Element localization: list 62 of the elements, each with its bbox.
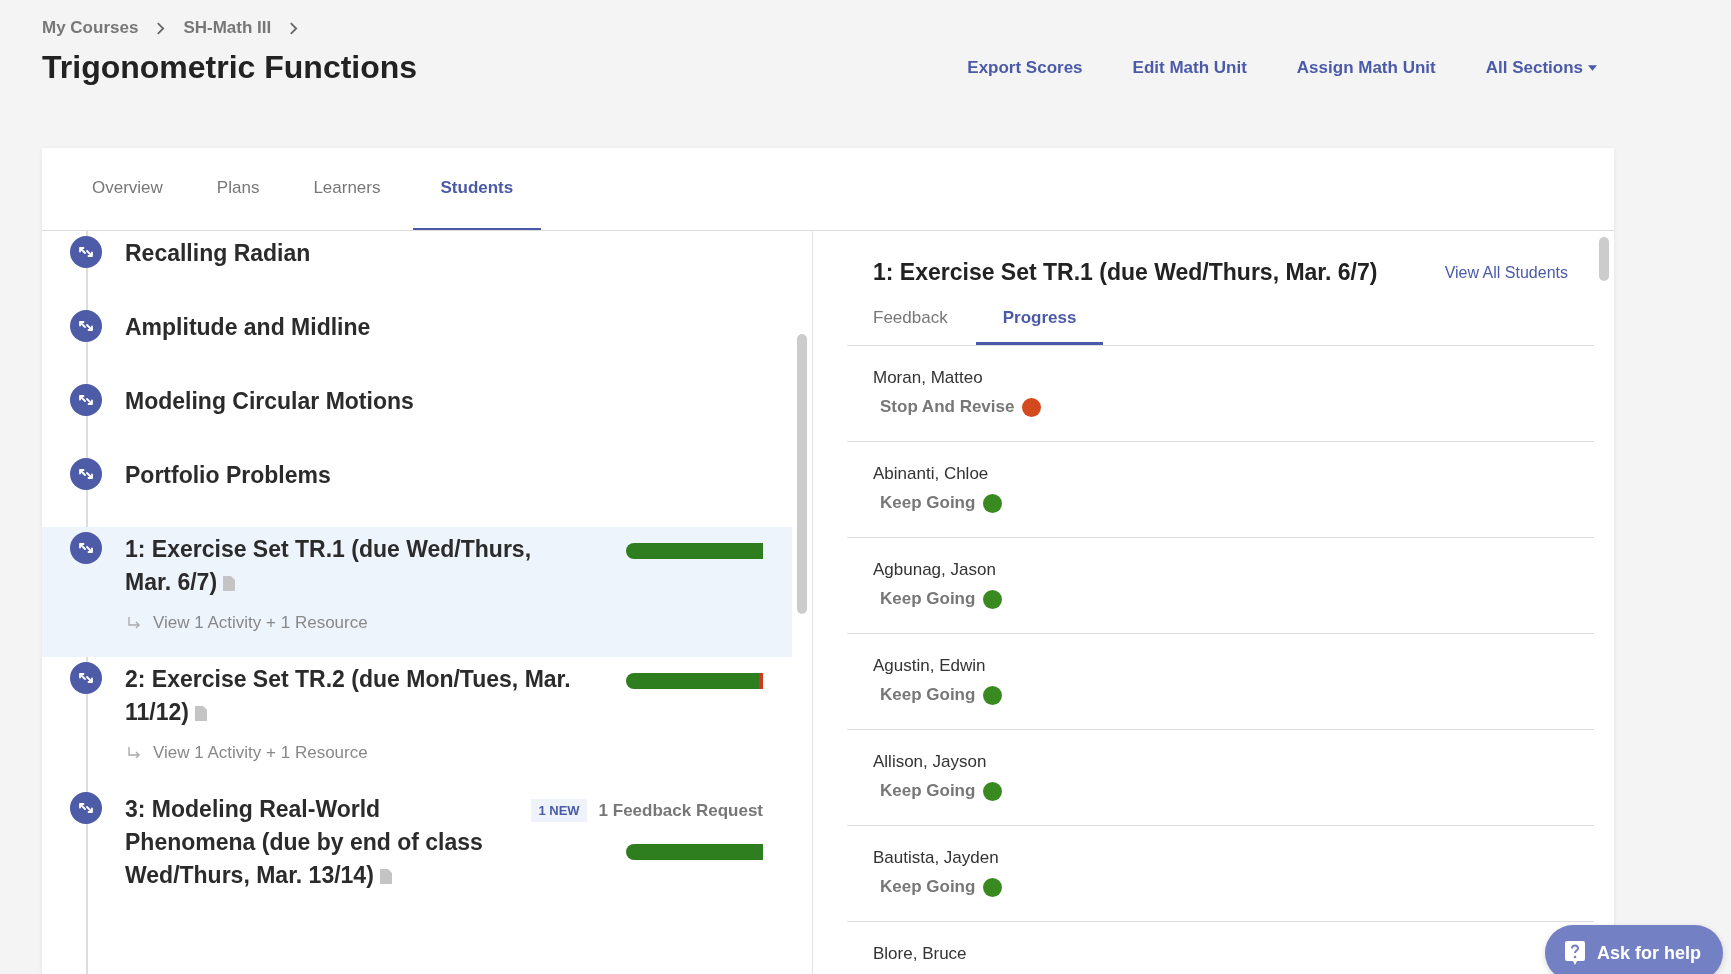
unit-title: 3: Modeling Real-World Phenomena (due by end of class Wed/Thurs, Mar. 13/14) <box>125 795 484 890</box>
chevron-right-icon <box>156 21 166 35</box>
unit-title: Portfolio Problems <box>125 461 332 490</box>
action-link[interactable]: Edit Math Unit <box>1132 57 1247 78</box>
status-label: Keep Going <box>880 877 976 897</box>
student-name: Agbunag, Jason <box>873 560 997 580</box>
scrollbar-thumb[interactable] <box>1599 237 1609 281</box>
status-label: Keep Going <box>880 781 976 801</box>
arrows-icon <box>70 792 102 824</box>
tab[interactable]: Feedback <box>873 298 948 345</box>
student-name: Blore, Bruce <box>873 944 968 964</box>
arrows-icon <box>70 662 102 694</box>
scrollbar-thumb[interactable] <box>797 334 807 614</box>
breadcrumb-link[interactable]: SH-Math III <box>183 18 272 38</box>
status-label: Keep Going <box>880 685 976 705</box>
tab[interactable]: Plans <box>194 148 282 230</box>
page-title: Trigonometric Functions <box>42 49 419 86</box>
action-link[interactable]: Export Scores <box>967 57 1083 78</box>
unit-title: Recalling Radian <box>125 239 312 268</box>
detail-title: 1: Exercise Set TR.1 (due Wed/Thurs, Mar. 6/7) <box>873 259 1378 286</box>
unit-row[interactable]: Modeling Circular Motions <box>42 379 792 453</box>
tab[interactable]: Students <box>412 148 542 230</box>
unit-row[interactable]: Portfolio Problems <box>42 453 792 527</box>
arrows-icon <box>70 532 102 564</box>
unit-row[interactable]: 3: Modeling Real-World Phenomena (due by end of class Wed/Thurs, Mar. 13/14) 1 NEW 1 Feedback Request <box>42 787 792 892</box>
student-name: Moran, Matteo <box>873 368 984 388</box>
arrows-icon <box>70 384 102 416</box>
unit-title: Modeling Circular Motions <box>125 387 415 416</box>
ask-for-help-button[interactable]: Ask for help <box>1545 925 1724 974</box>
student-name: Agustin, Edwin <box>873 656 987 676</box>
breadcrumb-link[interactable]: My Courses <box>42 18 139 38</box>
tab[interactable]: Learners <box>291 148 403 230</box>
arrows-icon <box>70 310 102 342</box>
new-badge: 1 NEW <box>531 799 587 822</box>
student-name: Bautista, Jayden <box>873 848 1000 868</box>
view-all-students-link[interactable]: View All Students <box>1444 263 1568 282</box>
unit-row[interactable]: Recalling Radian <box>42 231 792 305</box>
view-activity-link[interactable]: View 1 Activity + 1 Resource <box>153 613 368 633</box>
tab[interactable]: Progress <box>975 298 1104 345</box>
action-link[interactable]: Assign Math Unit <box>1296 57 1436 78</box>
tab[interactable]: Overview <box>70 148 185 230</box>
status-label: Keep Going <box>880 589 976 609</box>
status-label: Keep Going <box>880 493 976 513</box>
chevron-right-icon <box>289 21 299 35</box>
arrows-icon <box>70 236 102 268</box>
unit-title: 2: Exercise Set TR.2 (due Mon/Tues, Mar. 11/12) <box>125 665 572 727</box>
feedback-request-text: 1 Feedback Request <box>598 800 763 821</box>
sections-dropdown[interactable]: All Sections <box>1485 57 1597 78</box>
status-label: Stop And Revise <box>880 397 1015 417</box>
arrows-icon <box>70 458 102 490</box>
return-arrow-icon <box>127 616 141 630</box>
unit-title: Amplitude and Midline <box>125 313 372 342</box>
caret-icon <box>1588 64 1597 71</box>
return-arrow-icon <box>127 746 141 760</box>
student-name: Allison, Jayson <box>873 752 988 772</box>
view-activity-link[interactable]: View 1 Activity + 1 Resource <box>153 743 368 763</box>
unit-row[interactable]: 2: Exercise Set TR.2 (due Mon/Tues, Mar. 11/12) View 1 Activity + 1 Resource <box>42 657 792 787</box>
question-icon <box>1565 941 1585 965</box>
unit-row[interactable]: 1: Exercise Set TR.1 (due Wed/Thurs, Mar. 6/7) View 1 Activity + 1 Resource <box>42 527 792 657</box>
student-name: Abinanti, Chloe <box>873 464 990 484</box>
unit-row[interactable]: Amplitude and Midline <box>42 305 792 379</box>
unit-title: 1: Exercise Set TR.1 (due Wed/Thurs, Mar. 6/7) <box>125 535 533 597</box>
